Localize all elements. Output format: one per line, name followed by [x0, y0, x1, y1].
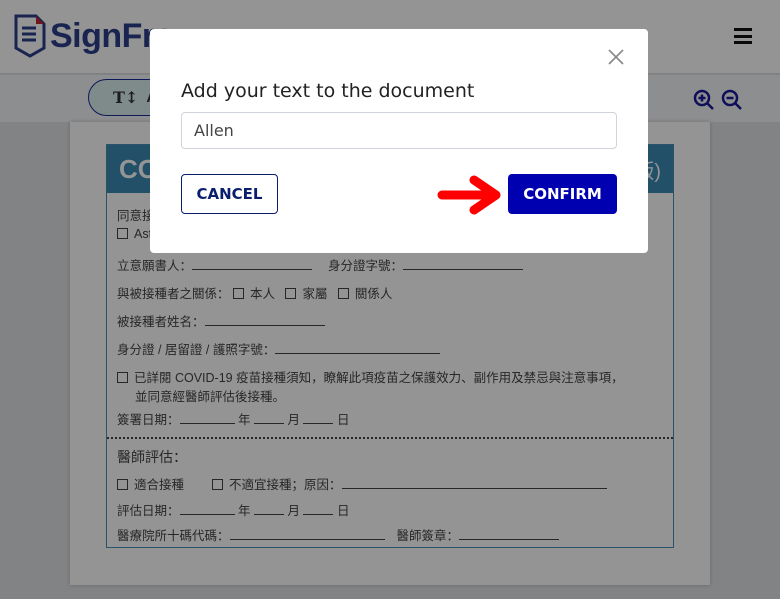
- add-text-dialog: Add your text to the document CANCEL CON…: [150, 29, 648, 253]
- close-icon[interactable]: [606, 47, 626, 67]
- red-arrow-icon: [437, 175, 501, 215]
- dialog-title: Add your text to the document: [181, 80, 475, 102]
- text-input[interactable]: [181, 112, 617, 149]
- confirm-button[interactable]: CONFIRM: [508, 174, 617, 214]
- cancel-button[interactable]: CANCEL: [181, 174, 278, 214]
